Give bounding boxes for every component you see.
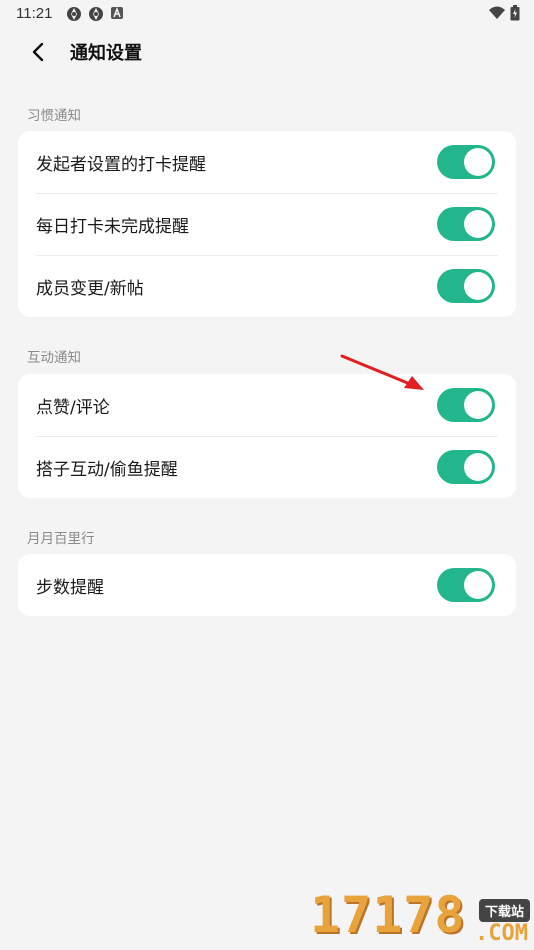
status-bar: 11:21 bbox=[0, 0, 534, 28]
app-bar: 通知设置 bbox=[0, 30, 534, 74]
row-label: 点赞/评论 bbox=[36, 397, 110, 418]
toggle-knob bbox=[464, 453, 492, 481]
buddy-interaction-toggle[interactable] bbox=[437, 450, 495, 484]
app-a-icon bbox=[111, 7, 123, 19]
battery-icon bbox=[510, 5, 520, 21]
settings-row: 发起者设置的打卡提醒 bbox=[18, 131, 516, 193]
habit-notification-card: 发起者设置的打卡提醒 每日打卡未完成提醒 成员变更/新帖 bbox=[18, 131, 516, 317]
watermark-number: 17178 bbox=[310, 886, 466, 944]
settings-row: 点赞/评论 bbox=[18, 374, 516, 436]
aperture-icon bbox=[89, 7, 103, 21]
section-header-monthly-walk: 月月百里行 bbox=[27, 531, 95, 547]
settings-row: 每日打卡未完成提醒 bbox=[18, 193, 516, 255]
row-label: 搭子互动/偷鱼提醒 bbox=[36, 459, 178, 480]
status-time: 11:21 bbox=[16, 5, 53, 22]
settings-row: 步数提醒 bbox=[18, 554, 516, 616]
interaction-notification-card: 点赞/评论 搭子互动/偷鱼提醒 bbox=[18, 374, 516, 498]
notification-icons bbox=[66, 6, 124, 22]
wifi-icon bbox=[489, 6, 505, 19]
toggle-knob bbox=[464, 391, 492, 419]
row-label: 每日打卡未完成提醒 bbox=[36, 216, 189, 237]
watermark-suffix: .COM bbox=[475, 921, 528, 946]
page-title: 通知设置 bbox=[70, 43, 142, 64]
watermark-badge: 下载站 bbox=[478, 899, 530, 922]
row-label: 成员变更/新帖 bbox=[36, 278, 144, 299]
row-label: 步数提醒 bbox=[36, 577, 104, 598]
step-reminder-toggle[interactable] bbox=[437, 568, 495, 602]
aperture-icon bbox=[67, 7, 81, 21]
toggle-knob bbox=[464, 210, 492, 238]
chevron-left-icon bbox=[32, 42, 44, 62]
toggle-knob bbox=[464, 272, 492, 300]
toggle-knob bbox=[464, 571, 492, 599]
initiator-reminder-toggle[interactable] bbox=[437, 145, 495, 179]
monthly-walk-card: 步数提醒 bbox=[18, 554, 516, 616]
row-label: 发起者设置的打卡提醒 bbox=[36, 154, 206, 175]
annotation-arrow-icon bbox=[340, 354, 424, 390]
daily-incomplete-toggle[interactable] bbox=[437, 207, 495, 241]
back-button[interactable] bbox=[24, 38, 52, 66]
system-icons bbox=[488, 5, 520, 21]
section-header-habit: 习惯通知 bbox=[27, 108, 81, 124]
settings-row: 成员变更/新帖 bbox=[18, 255, 516, 317]
toggle-knob bbox=[464, 148, 492, 176]
member-change-toggle[interactable] bbox=[437, 269, 495, 303]
section-header-interaction: 互动通知 bbox=[27, 350, 81, 366]
settings-row: 搭子互动/偷鱼提醒 bbox=[18, 436, 516, 498]
like-comment-toggle[interactable] bbox=[437, 388, 495, 422]
